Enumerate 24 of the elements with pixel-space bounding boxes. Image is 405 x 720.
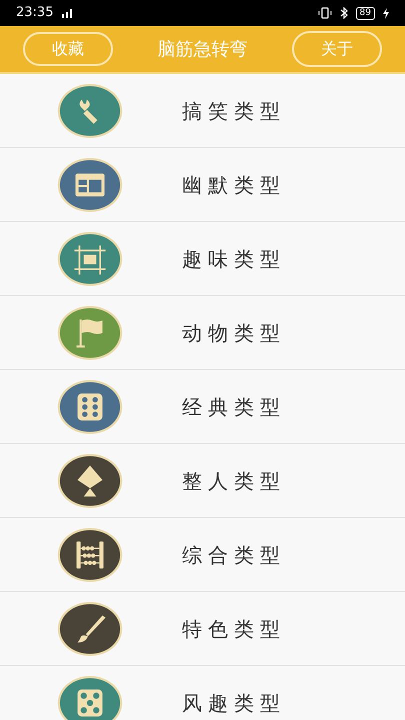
app-title: 脑筋急转弯 [158,38,248,62]
category-label: 动物类型 [182,320,286,346]
category-item[interactable]: 经典类型 [0,370,405,444]
charging-icon [383,8,389,18]
status-time: 23:35 [16,4,54,22]
category-label: 趣味类型 [182,246,286,272]
bluetooth-icon [340,7,348,19]
category-item[interactable]: 搞笑类型 [0,74,405,148]
vibrate-icon [318,7,332,19]
category-label: 整人类型 [182,468,286,494]
category-item[interactable]: 动物类型 [0,296,405,370]
category-item[interactable]: 整人类型 [0,444,405,518]
category-label: 特色类型 [182,616,286,642]
category-item[interactable]: 趣味类型 [0,222,405,296]
category-item[interactable]: 风趣类型 [0,666,405,720]
category-label: 幽默类型 [182,172,286,198]
category-label: 经典类型 [182,394,286,420]
category-item[interactable]: 幽默类型 [0,148,405,222]
battery-indicator: 89 [356,6,375,20]
category-item[interactable]: 综合类型 [0,518,405,592]
category-label: 综合类型 [182,542,286,568]
category-label: 风趣类型 [182,690,286,716]
category-item[interactable]: 特色类型 [0,592,405,666]
category-label: 搞笑类型 [182,98,286,124]
